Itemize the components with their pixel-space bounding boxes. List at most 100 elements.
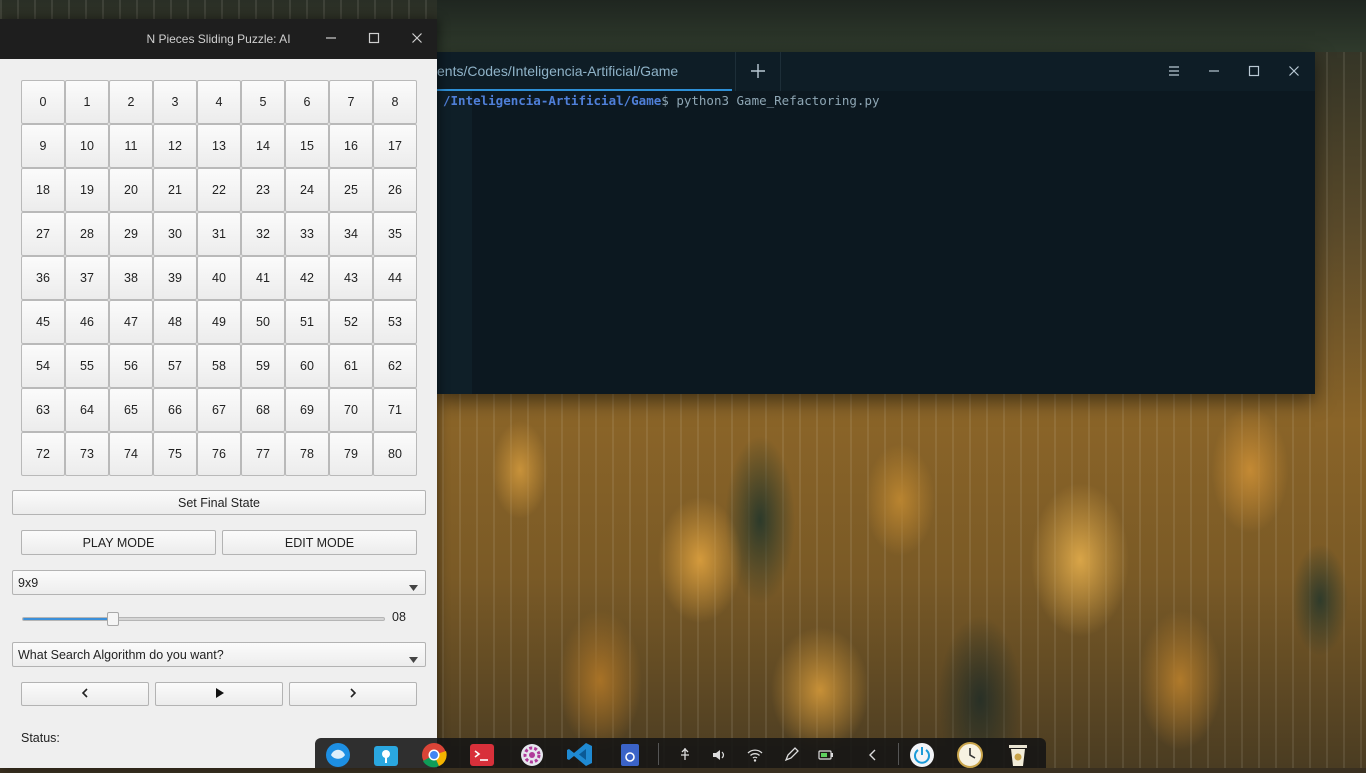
puzzle-tile[interactable]: 39 [153,256,197,300]
puzzle-tile[interactable]: 33 [285,212,329,256]
puzzle-tile[interactable]: 75 [153,432,197,476]
puzzle-tile[interactable]: 57 [153,344,197,388]
puzzle-tile[interactable]: 20 [109,168,153,212]
terminal-titlebar[interactable]: ents/Codes/Inteligencia-Artificial/Game [437,52,1315,91]
puzzle-tile[interactable]: 28 [65,212,109,256]
puzzle-tile[interactable]: 8 [373,80,417,124]
puzzle-tile[interactable]: 3 [153,80,197,124]
puzzle-tile[interactable]: 65 [109,388,153,432]
puzzle-tile[interactable]: 59 [241,344,285,388]
puzzle-tile[interactable]: 62 [373,344,417,388]
terminal-app-icon[interactable] [467,741,501,768]
puzzle-tile[interactable]: 4 [197,80,241,124]
puzzle-tile[interactable]: 38 [109,256,153,300]
puzzle-tile[interactable]: 13 [197,124,241,168]
puzzle-tile[interactable]: 35 [373,212,417,256]
terminal-close-button[interactable] [1274,52,1314,91]
puzzle-tile[interactable]: 51 [285,300,329,344]
puzzle-tile[interactable]: 55 [65,344,109,388]
puzzle-tile[interactable]: 30 [153,212,197,256]
puzzle-tile[interactable]: 47 [109,300,153,344]
terminal-menu-button[interactable] [1154,52,1194,91]
puzzle-tile[interactable]: 61 [329,344,373,388]
puzzle-tile[interactable]: 23 [241,168,285,212]
terminal-maximize-button[interactable] [1234,52,1274,91]
puzzle-tile[interactable]: 71 [373,388,417,432]
puzzle-tile[interactable]: 64 [65,388,109,432]
puzzle-tile[interactable]: 77 [241,432,285,476]
terminal-minimize-button[interactable] [1194,52,1234,91]
volume-icon[interactable] [711,747,727,763]
wifi-icon[interactable] [747,747,763,763]
puzzle-tile[interactable]: 32 [241,212,285,256]
play-solution-button[interactable] [155,682,283,706]
app-store-icon[interactable] [615,741,649,768]
puzzle-tile[interactable]: 42 [285,256,329,300]
puzzle-tile[interactable]: 60 [285,344,329,388]
puzzle-tile[interactable]: 46 [65,300,109,344]
puzzle-tile[interactable]: 12 [153,124,197,168]
puzzle-tile[interactable]: 72 [21,432,65,476]
puzzle-tile[interactable]: 74 [109,432,153,476]
puzzle-tile[interactable]: 76 [197,432,241,476]
puzzle-tile[interactable]: 48 [153,300,197,344]
puzzle-tile[interactable]: 25 [329,168,373,212]
puzzle-tile[interactable]: 19 [65,168,109,212]
puzzle-tile[interactable]: 16 [329,124,373,168]
puzzle-tile[interactable]: 80 [373,432,417,476]
set-final-state-button[interactable]: Set Final State [12,490,426,515]
app-maximize-button[interactable] [354,19,394,59]
app-titlebar[interactable]: N Pieces Sliding Puzzle: AI [0,19,437,59]
puzzle-tile[interactable]: 66 [153,388,197,432]
puzzle-tile[interactable]: 40 [197,256,241,300]
puzzle-tile[interactable]: 50 [241,300,285,344]
puzzle-tile[interactable]: 49 [197,300,241,344]
file-manager-icon[interactable] [371,741,405,768]
puzzle-tile[interactable]: 14 [241,124,285,168]
puzzle-tile[interactable]: 29 [109,212,153,256]
puzzle-tile[interactable]: 68 [241,388,285,432]
puzzle-tile[interactable]: 21 [153,168,197,212]
previous-step-button[interactable] [21,682,149,706]
puzzle-tile[interactable]: 34 [329,212,373,256]
terminal-output[interactable]: /Inteligencia-Artificial/Game$ python3 G… [437,91,1315,394]
puzzle-tile[interactable]: 11 [109,124,153,168]
puzzle-tile[interactable]: 37 [65,256,109,300]
chrome-icon[interactable] [419,741,453,768]
puzzle-tile[interactable]: 22 [197,168,241,212]
puzzle-tile[interactable]: 70 [329,388,373,432]
puzzle-tile[interactable]: 9 [21,124,65,168]
puzzle-tile[interactable]: 5 [241,80,285,124]
settings-icon[interactable] [517,741,551,768]
app-minimize-button[interactable] [311,19,351,59]
collapse-arrow-icon[interactable] [865,747,881,763]
clock-icon[interactable] [955,741,989,768]
puzzle-tile[interactable]: 18 [21,168,65,212]
pen-icon[interactable] [783,747,799,763]
puzzle-tile[interactable]: 79 [329,432,373,476]
speed-slider-handle[interactable] [107,612,120,626]
puzzle-tile[interactable]: 24 [285,168,329,212]
puzzle-tile[interactable]: 53 [373,300,417,344]
puzzle-tile[interactable]: 54 [21,344,65,388]
puzzle-tile[interactable]: 44 [373,256,417,300]
edit-mode-button[interactable]: EDIT MODE [222,530,417,555]
speed-slider[interactable] [22,612,385,626]
puzzle-tile[interactable]: 45 [21,300,65,344]
usb-icon[interactable] [677,747,693,763]
puzzle-tile[interactable]: 69 [285,388,329,432]
board-size-select[interactable]: 9x9 [12,570,426,595]
puzzle-tile[interactable]: 0 [21,80,65,124]
puzzle-tile[interactable]: 43 [329,256,373,300]
battery-icon[interactable] [818,747,834,763]
puzzle-app-window[interactable]: N Pieces Sliding Puzzle: AI 0 1 2 3 4 5 6 7 8 9 10… [0,19,437,768]
puzzle-tile[interactable]: 15 [285,124,329,168]
new-tab-button[interactable] [735,52,781,91]
puzzle-tile[interactable]: 36 [21,256,65,300]
next-step-button[interactable] [289,682,417,706]
puzzle-tile[interactable]: 78 [285,432,329,476]
puzzle-tile[interactable]: 67 [197,388,241,432]
puzzle-tile[interactable]: 7 [329,80,373,124]
power-icon[interactable] [907,741,941,768]
puzzle-tile[interactable]: 10 [65,124,109,168]
